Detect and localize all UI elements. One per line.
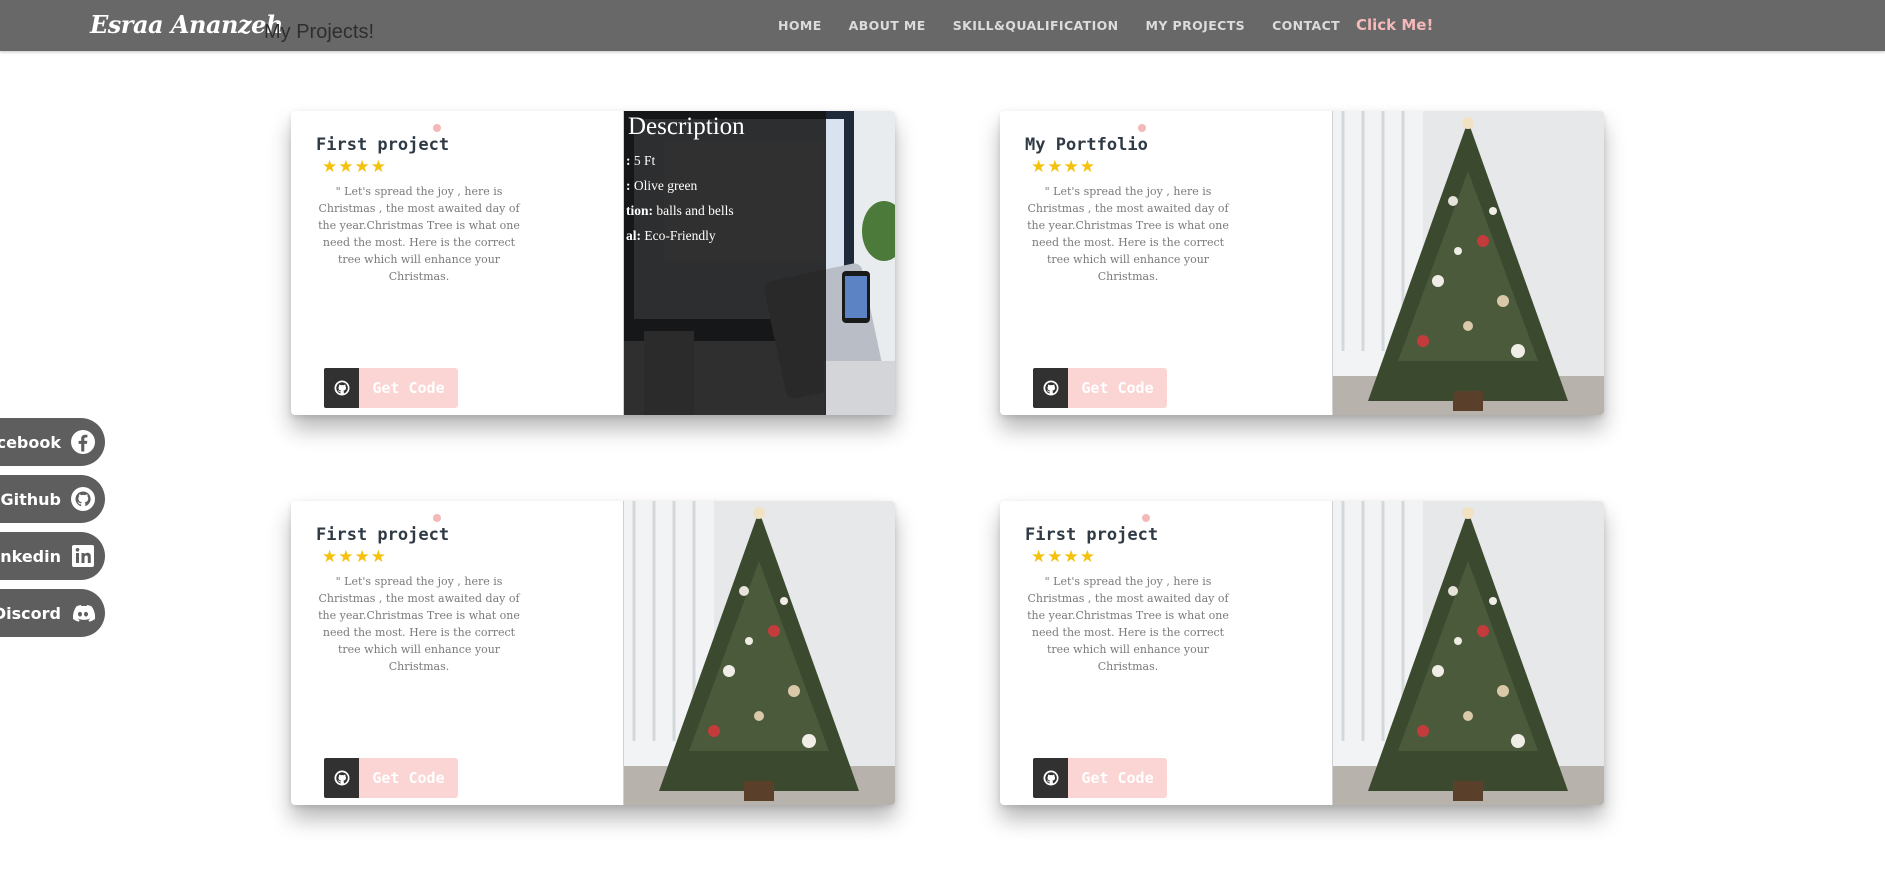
card-info: My Portfolio ★★★★ " Let's spread the joy… [1000,111,1332,415]
github-icon[interactable] [324,368,359,408]
nav-link-skill-qualification[interactable]: SKILL&QUALIFICATION [953,18,1119,33]
card-dot [1142,514,1150,522]
social-label: Facebook [0,432,61,452]
get-code-group: Get Code [1033,758,1167,798]
overlay-row-value: Olive green [633,178,698,193]
laptop-desk-photo: Description : 5 Ft : Olive green tion: b… [623,111,895,415]
card-description: " Let's spread the joy , here is Christm… [318,185,520,283]
card-info: First project ★★★★ " Let's spread the jo… [291,111,623,415]
card-title: First project [1025,525,1159,545]
overlay-row-value: balls and bells [656,203,734,218]
linkedin-icon [69,542,97,570]
nav-link-home[interactable]: HOME [778,18,822,33]
get-code-button[interactable]: Get Code [359,368,458,408]
star-rating: ★★★★ [322,547,387,566]
nav-links: HOME ABOUT ME SKILL&QUALIFICATION MY PRO… [778,18,1367,33]
github-icon[interactable] [324,758,359,798]
project-card: First project ★★★★ " Let's spread the jo… [1000,501,1604,805]
github-icon [69,485,97,513]
card-dot [1138,124,1146,132]
get-code-button[interactable]: Get Code [1068,368,1167,408]
social-label: Discord [0,603,61,623]
star-rating: ★★★★ [1031,157,1096,176]
get-code-group: Get Code [324,758,458,798]
overlay-row-height: : 5 Ft [626,153,655,169]
card-dot [433,124,441,132]
social-linkedin[interactable]: Linkedin [0,532,105,580]
social-label: Github [0,489,62,509]
navbar: Esraa Ananzeh My Projects! HOME ABOUT ME… [0,0,1885,51]
github-icon[interactable] [1033,368,1068,408]
overlay-row-material: al: Eco-Friendly [626,228,716,244]
social-github[interactable]: Github [0,475,105,523]
overlay-row-decoration: tion: balls and bells [626,203,734,219]
card-title: First project [316,525,450,545]
nav-link-my-projects[interactable]: MY PROJECTS [1146,18,1246,33]
overlay-row-value: Eco-Friendly [644,228,716,243]
project-card: My Portfolio ★★★★ " Let's spread the joy… [1000,111,1604,415]
card-description: " Let's spread the joy , here is Christm… [1027,575,1229,673]
click-me-button[interactable]: Click Me! [1356,16,1433,34]
card-info: First project ★★★★ " Let's spread the jo… [1000,501,1332,805]
facebook-icon [69,428,97,456]
card-info: First project ★★★★ " Let's spread the jo… [291,501,623,805]
overlay-row-value: 5 Ft [633,153,656,168]
overlay-row-label: : [626,153,631,168]
star-rating: ★★★★ [1031,547,1096,566]
christmas-tree-photo [1332,111,1604,415]
card-dot [433,514,441,522]
overlay-row-label: tion: [626,203,653,218]
project-card: First project ★★★★ " Let's spread the jo… [291,111,895,415]
social-facebook[interactable]: Facebook [0,418,105,466]
social-label: Linkedin [0,546,61,566]
card-title: First project [316,135,450,155]
card-description: " Let's spread the joy , here is Christm… [318,575,520,673]
nav-link-about-me[interactable]: ABOUT ME [849,18,926,33]
get-code-button[interactable]: Get Code [1068,758,1167,798]
star-rating: ★★★★ [322,157,387,176]
overlay-title: Description [628,113,745,140]
overlay-row-label: al: [626,228,641,243]
page-title: My Projects! [264,21,375,43]
christmas-tree-photo [1332,501,1604,805]
overlay-row-label: : [626,178,631,193]
card-description: " Let's spread the joy , here is Christm… [1027,185,1229,283]
get-code-group: Get Code [324,368,458,408]
get-code-group: Get Code [1033,368,1167,408]
project-card: First project ★★★★ " Let's spread the jo… [291,501,895,805]
brand-logo[interactable]: Esraa Ananzeh [90,10,283,39]
discord-icon [69,599,97,627]
github-icon[interactable] [1033,758,1068,798]
card-title: My Portfolio [1025,135,1148,155]
nav-link-contact[interactable]: CONTACT [1272,18,1340,33]
description-overlay: Description : 5 Ft : Olive green tion: b… [624,111,826,415]
social-discord[interactable]: Discord [0,589,105,637]
overlay-row-color: : Olive green [626,178,697,194]
get-code-button[interactable]: Get Code [359,758,458,798]
christmas-tree-photo [623,501,895,805]
